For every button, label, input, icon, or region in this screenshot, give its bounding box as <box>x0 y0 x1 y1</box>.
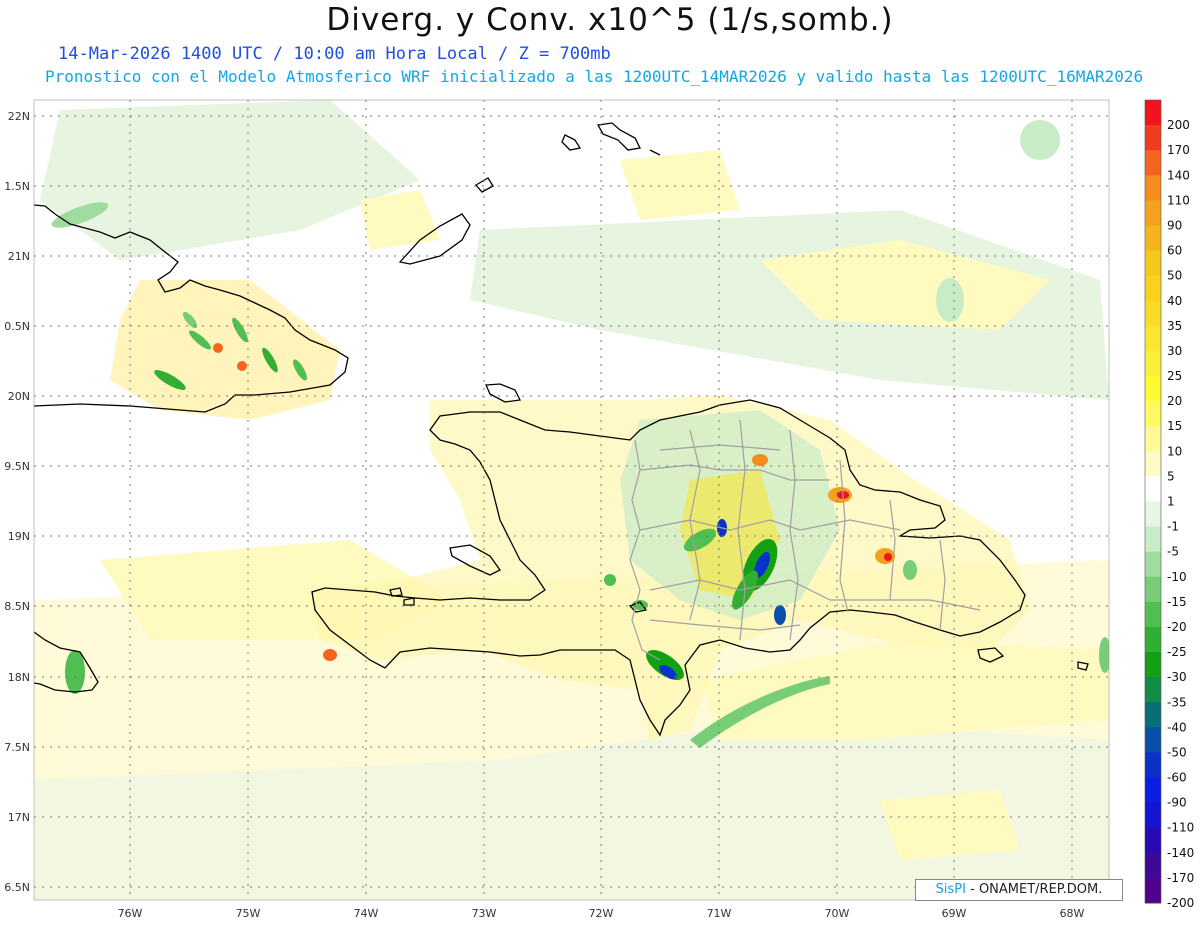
colorbar-label: -1 <box>1167 520 1179 534</box>
lat-label: 9.5N <box>4 460 30 473</box>
colorbar-label: -110 <box>1167 821 1194 835</box>
lon-label: 70W <box>825 907 850 920</box>
colorbar-label: -140 <box>1167 846 1194 860</box>
lon-label: 74W <box>354 907 379 920</box>
colorbar-swatch <box>1145 376 1161 402</box>
colorbar-swatch <box>1145 626 1161 653</box>
lat-label: 8.5N <box>4 600 30 613</box>
colorbar-swatch <box>1145 551 1161 578</box>
colorbar-label: 30 <box>1167 344 1182 358</box>
colorbar-swatch <box>1145 100 1161 126</box>
credit-org: - ONAMET/REP.DOM. <box>965 882 1103 897</box>
colorbar-swatch <box>1145 250 1161 277</box>
lon-label: 72W <box>589 907 614 920</box>
colorbar-label: -40 <box>1167 720 1187 734</box>
colorbar-swatch <box>1145 300 1161 327</box>
colorbar-label: -25 <box>1167 645 1187 659</box>
lon-label: 68W <box>1060 907 1085 920</box>
lat-label: 18N <box>8 671 30 684</box>
colorbar-label: -5 <box>1167 545 1179 559</box>
colorbar-label: -90 <box>1167 796 1187 810</box>
colorbar-swatch <box>1145 275 1161 302</box>
colorbar-swatch <box>1145 802 1161 829</box>
colorbar-label: 40 <box>1167 294 1182 308</box>
colorbar-label: -60 <box>1167 771 1187 785</box>
colorbar-label: -170 <box>1167 871 1194 885</box>
colorbar-label: 110 <box>1167 193 1190 207</box>
colorbar-label: 200 <box>1167 118 1190 132</box>
colorbar-label: -15 <box>1167 595 1187 609</box>
colorbar-label: 20 <box>1167 394 1182 408</box>
colorbar-swatch <box>1145 526 1161 553</box>
longitude-labels: 76W 75W 74W 73W 72W 71W 70W 69W 68W <box>118 907 1085 920</box>
colorbar-swatch <box>1145 426 1161 452</box>
colorbar-swatch <box>1145 175 1161 201</box>
colorbar-label: -200 <box>1167 896 1194 910</box>
credit-box: SisPI - ONAMET/REP.DOM. <box>915 879 1123 901</box>
colorbar-label: -35 <box>1167 695 1187 709</box>
colorbar-label: 50 <box>1167 269 1182 283</box>
colorbar-label: 5 <box>1167 469 1175 483</box>
colorbar-swatch <box>1145 125 1161 151</box>
colorbar-swatch <box>1145 325 1161 352</box>
colorbar-swatch <box>1145 877 1161 904</box>
colorbar-swatch <box>1145 501 1161 528</box>
lat-label: 0.5N <box>4 320 30 333</box>
lon-label: 76W <box>118 907 143 920</box>
colorbar-swatch <box>1145 752 1161 779</box>
colorbar-label: 170 <box>1167 143 1190 157</box>
lat-label: 7.5N <box>4 741 30 754</box>
colorbar-swatch <box>1145 852 1161 879</box>
colorbar-swatch <box>1145 601 1161 628</box>
lon-label: 71W <box>707 907 732 920</box>
colorbar-swatch <box>1145 476 1161 502</box>
colorbar-swatch <box>1145 677 1161 703</box>
sispi-logo: SisPI <box>935 882 966 897</box>
colorbar-swatch <box>1145 200 1161 226</box>
colorbar-swatch <box>1145 827 1161 854</box>
colorbar-label: -30 <box>1167 670 1187 684</box>
colorbar-label: 1 <box>1167 495 1175 509</box>
lat-label: 19N <box>8 530 30 543</box>
lat-label: 21N <box>8 250 30 263</box>
lat-label: 1.5N <box>4 180 30 193</box>
colorbar-swatch <box>1145 451 1161 477</box>
colorbar-label: 140 <box>1167 168 1190 182</box>
colorbar-swatch <box>1145 225 1161 252</box>
colorbar-label: 10 <box>1167 444 1182 458</box>
colorbar-label: -10 <box>1167 570 1187 584</box>
lat-label: 20N <box>8 390 30 403</box>
lat-label: 17N <box>8 811 30 824</box>
lon-label: 75W <box>236 907 261 920</box>
colorbar-swatch <box>1145 777 1161 804</box>
colorbar-label: 25 <box>1167 369 1182 383</box>
colorbar-label: -20 <box>1167 620 1187 634</box>
colorbar-swatch <box>1145 576 1161 603</box>
latitude-labels: 22N 1.5N 21N 0.5N 20N 9.5N 19N 8.5N 18N … <box>4 110 30 894</box>
lat-label: 6.5N <box>4 881 30 894</box>
divergence-map: 22N 1.5N 21N 0.5N 20N 9.5N 19N 8.5N 18N … <box>4 99 1194 920</box>
colorbar-label: 15 <box>1167 419 1182 433</box>
colorbar-swatch <box>1145 702 1161 728</box>
colorbar-label: 90 <box>1167 218 1182 232</box>
colorbar-swatch <box>1145 652 1161 678</box>
lat-label: 22N <box>8 110 30 123</box>
lon-label: 73W <box>472 907 497 920</box>
colorbar-label: 60 <box>1167 244 1182 258</box>
colorbar-swatch <box>1145 150 1161 176</box>
colorbar-swatch <box>1145 350 1161 377</box>
colorbar-label: -50 <box>1167 745 1187 759</box>
colorbar: 200 170 140 110 90 60 50 40 35 30 25 20 15 10 5 1 -1 -5 -1… <box>1144 99 1194 910</box>
colorbar-label: 35 <box>1167 319 1182 333</box>
lon-label: 69W <box>942 907 967 920</box>
colorbar-swatch <box>1145 401 1161 427</box>
colorbar-swatch <box>1145 727 1161 753</box>
